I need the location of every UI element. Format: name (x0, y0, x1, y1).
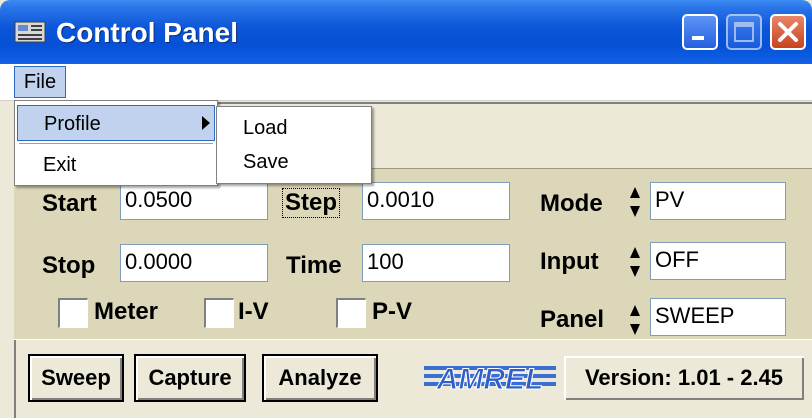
close-button[interactable] (770, 14, 806, 50)
time-label: Time (286, 252, 342, 279)
mode-field[interactable]: PV (650, 182, 786, 220)
input-field[interactable]: OFF (650, 242, 786, 280)
file-menu-dropdown: Profile Exit (14, 100, 218, 186)
profile-submenu: Load Save (216, 106, 372, 184)
version-label: Version: 1.01 - 2.45 (564, 356, 804, 400)
stop-field[interactable]: 0.0000 (120, 244, 268, 282)
menu-separator (19, 143, 213, 144)
pv-checkbox[interactable] (336, 298, 366, 328)
control-panel-window: Control Panel File Start 0.0500 Step 0.0… (0, 0, 812, 418)
iv-checkbox[interactable] (204, 298, 234, 328)
menu-item-profile[interactable]: Profile (17, 105, 215, 141)
input-spinner[interactable] (628, 244, 642, 280)
submenu-arrow-icon (202, 116, 210, 130)
input-label: Input (540, 248, 599, 275)
analyze-button[interactable]: Analyze (262, 354, 378, 402)
minimize-icon (692, 36, 704, 40)
menu-item-exit-label: Exit (43, 154, 77, 176)
menu-item-profile-label: Profile (44, 113, 101, 135)
title-bar[interactable]: Control Panel (0, 0, 812, 64)
minimize-button[interactable] (682, 14, 718, 50)
step-field[interactable]: 0.0010 (362, 182, 510, 220)
maximize-button[interactable] (726, 14, 762, 50)
meter-checkbox[interactable] (58, 298, 88, 328)
meter-label: Meter (94, 298, 159, 325)
capture-button[interactable]: Capture (134, 354, 246, 402)
menu-item-exit[interactable]: Exit (17, 147, 215, 183)
step-label: Step (282, 188, 341, 218)
mode-spinner[interactable] (628, 184, 642, 220)
panel-label: Panel (540, 306, 605, 333)
menu-file[interactable]: File (14, 66, 66, 98)
svg-text:AMREL: AMREL (436, 363, 544, 394)
menu-bar (0, 64, 812, 101)
pv-label: P-V (372, 298, 413, 325)
time-field[interactable]: 100 (362, 244, 510, 282)
iv-label: I-V (238, 298, 269, 325)
sweep-button[interactable]: Sweep (28, 354, 124, 402)
start-field[interactable]: 0.0500 (120, 182, 268, 220)
panel-field[interactable]: SWEEP (650, 298, 786, 336)
close-icon (778, 22, 798, 42)
panel-spinner[interactable] (628, 302, 642, 338)
mode-label: Mode (540, 190, 603, 217)
app-icon (14, 21, 46, 43)
submenu-item-save[interactable]: Save (243, 151, 289, 174)
start-label: Start (42, 190, 97, 217)
window-title: Control Panel (56, 17, 239, 48)
amrel-logo: AMREL (424, 363, 556, 394)
submenu-item-load[interactable]: Load (243, 117, 288, 140)
stop-label: Stop (42, 252, 96, 279)
maximize-icon (734, 22, 754, 42)
